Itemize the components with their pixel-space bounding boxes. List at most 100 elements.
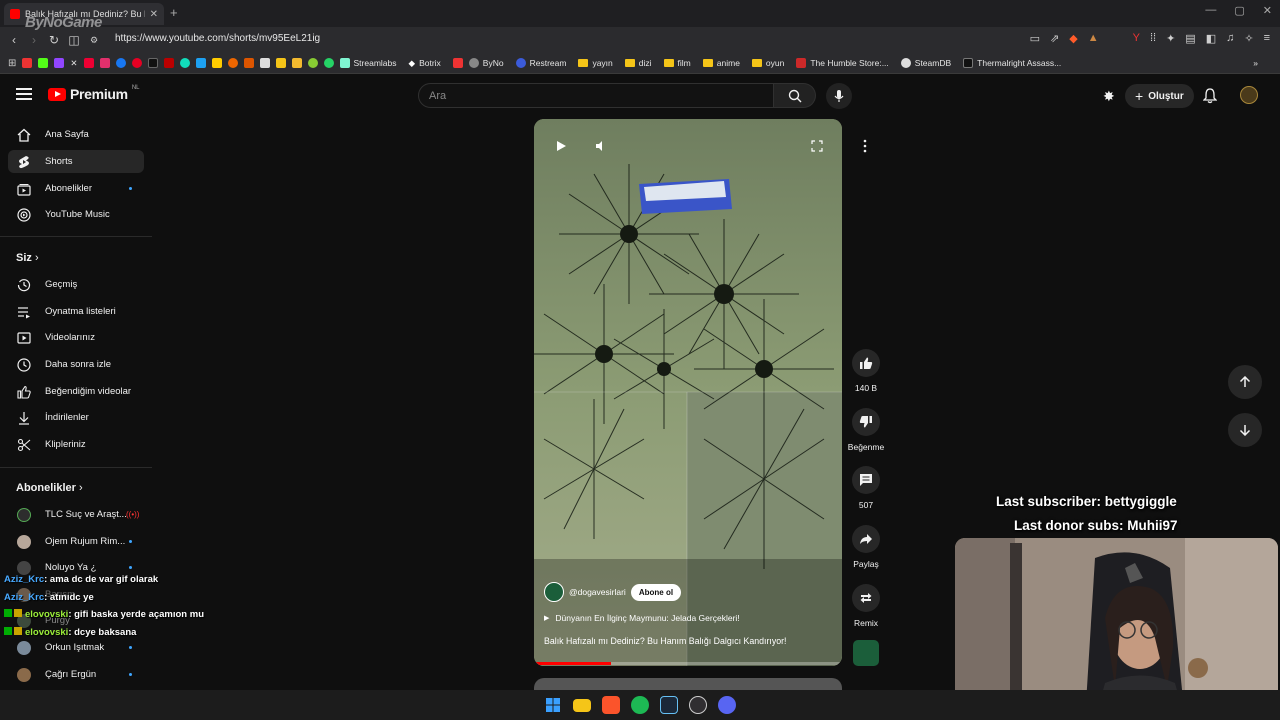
subscribe-button[interactable]: Abone ol <box>630 583 682 601</box>
bookmark-favicon-icon[interactable] <box>259 58 270 68</box>
more-bookmarks-icon[interactable]: » <box>1253 58 1258 68</box>
forward-icon[interactable]: › <box>24 33 44 47</box>
netflix-icon[interactable] <box>163 58 174 68</box>
menu-icon[interactable]: ≡ <box>1264 32 1270 45</box>
sidebar-item-watch-later[interactable]: Daha sonra izle <box>8 353 144 376</box>
tiktok-icon[interactable] <box>147 58 158 68</box>
sidebar-item-your-videos[interactable]: Videolarınız <box>8 326 144 349</box>
like-button[interactable]: 140 B <box>846 349 886 393</box>
bookmark-favicon-icon[interactable] <box>307 58 318 68</box>
bookmark-streamlabs[interactable]: Streamlabs <box>339 58 397 68</box>
bookmark-thermalright[interactable]: Thermalright Assass... <box>963 58 1061 68</box>
bookmark-icon[interactable]: ◫ <box>64 33 84 47</box>
binance-icon[interactable] <box>291 58 302 68</box>
obs-icon[interactable] <box>689 696 707 714</box>
bookmark-steamdb[interactable]: SteamDB <box>900 58 951 68</box>
brave-shield-icon[interactable]: ◆ <box>1069 32 1077 45</box>
play-button[interactable] <box>548 133 574 159</box>
channel-avatar[interactable] <box>544 582 564 602</box>
discord-icon[interactable] <box>718 696 736 714</box>
bookmark-favicon-icon[interactable] <box>211 58 222 68</box>
youtube-logo[interactable]: Premium NL <box>48 85 139 102</box>
next-short-button[interactable] <box>1228 413 1262 447</box>
sidebar-item-youtube-music[interactable]: YouTube Music <box>8 203 144 226</box>
x-icon[interactable]: ✕ <box>70 58 77 69</box>
steam-icon[interactable] <box>660 696 678 714</box>
instagram-icon[interactable] <box>99 58 110 68</box>
sidebar-subscriptions-heading[interactable]: Abonelikler › <box>16 482 83 494</box>
sidebar-item-clips[interactable]: Klipleriniz <box>8 433 144 456</box>
close-tab-icon[interactable]: ✕ <box>150 9 158 20</box>
kick-icon[interactable] <box>38 58 49 68</box>
bookmark-folder-yayin[interactable]: yayın <box>578 58 613 68</box>
bookmark-favicon-icon[interactable] <box>83 58 94 68</box>
bookmark-favicon-icon[interactable] <box>22 58 33 68</box>
bookmark-folder-film[interactable]: film <box>663 58 691 68</box>
sidebar-you-heading[interactable]: Siz › <box>16 252 39 264</box>
previous-short-button[interactable] <box>1228 365 1262 399</box>
extension-icon[interactable]: ✸ <box>1103 88 1115 105</box>
sidebar-item-shorts[interactable]: Shorts <box>8 150 144 173</box>
extensions-icon[interactable]: ⁞⁞ <box>1150 32 1156 45</box>
related-video-link[interactable]: ▶ Dünyanın En İlginç Maymunu: Jelada Ger… <box>544 613 740 623</box>
more-options-button[interactable] <box>852 133 878 159</box>
sidebar-item-playlists[interactable]: Oynatma listeleri <box>8 300 144 323</box>
bookmark-folder-oyun[interactable]: oyun <box>751 58 784 68</box>
sidebar-subscription-item[interactable]: Orkun Işıtmak <box>8 636 144 659</box>
imdb-icon[interactable] <box>275 58 286 68</box>
bookmark-favicon-icon[interactable] <box>195 58 206 68</box>
sidebar-item-home[interactable]: Ana Sayfa <box>8 123 144 146</box>
sidebar-item-liked-videos[interactable]: Beğendiğim videolar <box>8 380 144 403</box>
comments-button[interactable]: 507 <box>846 466 886 510</box>
sidebar-subscription-item[interactable]: Çağrı Ergün <box>8 663 144 686</box>
fullscreen-button[interactable] <box>804 133 830 159</box>
search-input[interactable]: Ara <box>418 83 774 108</box>
spotify-icon[interactable] <box>631 696 649 714</box>
leo-icon[interactable]: ✧ <box>1244 32 1253 45</box>
windows-start-icon[interactable] <box>544 696 562 714</box>
wallet-icon[interactable]: ◧ <box>1206 32 1216 45</box>
share-button[interactable]: Paylaş <box>846 525 886 569</box>
bookmark-favicon-icon[interactable] <box>179 58 190 68</box>
reload-icon[interactable]: ↻ <box>44 33 64 47</box>
voice-search-button[interactable] <box>826 83 852 109</box>
twitch-icon[interactable] <box>54 58 65 68</box>
url-field[interactable]: https://www.youtube.com/shorts/mv95EeL21… <box>115 33 320 44</box>
media-icon[interactable]: ♫ <box>1226 32 1234 45</box>
back-icon[interactable]: ‹ <box>4 33 24 47</box>
sidebar-item-history[interactable]: Geçmiş <box>8 273 144 296</box>
new-tab-button[interactable]: + <box>170 5 178 20</box>
bookmark-byno[interactable]: ByNo <box>468 58 504 68</box>
puzzle-icon[interactable]: ✦ <box>1166 32 1175 45</box>
cast-icon[interactable]: ▭ <box>1030 32 1040 45</box>
search-button[interactable] <box>774 83 816 108</box>
extension-icon[interactable]: Y <box>1133 32 1140 45</box>
bookmark-humble[interactable]: The Humble Store:... <box>796 58 889 68</box>
sidebar-icon[interactable]: ▤ <box>1185 32 1195 45</box>
mute-button[interactable] <box>588 133 614 159</box>
progress-bar[interactable] <box>534 662 842 665</box>
rewards-icon[interactable]: ▲ <box>1088 32 1099 45</box>
channel-name[interactable]: @dogavesirlari <box>569 587 626 597</box>
bookmark-restream[interactable]: Restream <box>515 58 566 68</box>
whatsapp-icon[interactable] <box>323 58 334 68</box>
bell-icon[interactable] <box>1203 88 1217 104</box>
audio-source-avatar[interactable] <box>853 640 879 666</box>
bookmark-botrix[interactable]: ◆ Botrix <box>409 58 441 69</box>
bookmark-favicon-icon[interactable] <box>452 58 463 68</box>
sidebar-item-subscriptions[interactable]: Abonelikler <box>8 177 144 200</box>
share-icon[interactable]: ⇗ <box>1050 32 1059 45</box>
site-settings-icon[interactable]: ⚙ <box>84 35 104 46</box>
create-button[interactable]: + Oluştur <box>1125 84 1194 108</box>
dislike-button[interactable]: Beğenme <box>846 408 886 452</box>
maximize-icon[interactable]: ▢ <box>1234 4 1244 17</box>
apps-icon[interactable]: ⊞ <box>8 58 16 69</box>
shorts-video-player[interactable]: @dogavesirlari Abone ol ▶ Dünyanın En İl… <box>534 119 842 666</box>
sidebar-subscription-item[interactable]: TLC Suç ve Araşt... ((•)) <box>8 503 144 526</box>
bookmark-folder-anime[interactable]: anime <box>702 58 740 68</box>
menu-icon[interactable] <box>16 88 32 100</box>
remix-button[interactable]: Remix <box>846 584 886 628</box>
file-explorer-icon[interactable] <box>573 698 591 712</box>
sidebar-subscription-item[interactable]: Ojem Rujum Rim... <box>8 530 144 553</box>
avatar[interactable] <box>1240 86 1258 104</box>
